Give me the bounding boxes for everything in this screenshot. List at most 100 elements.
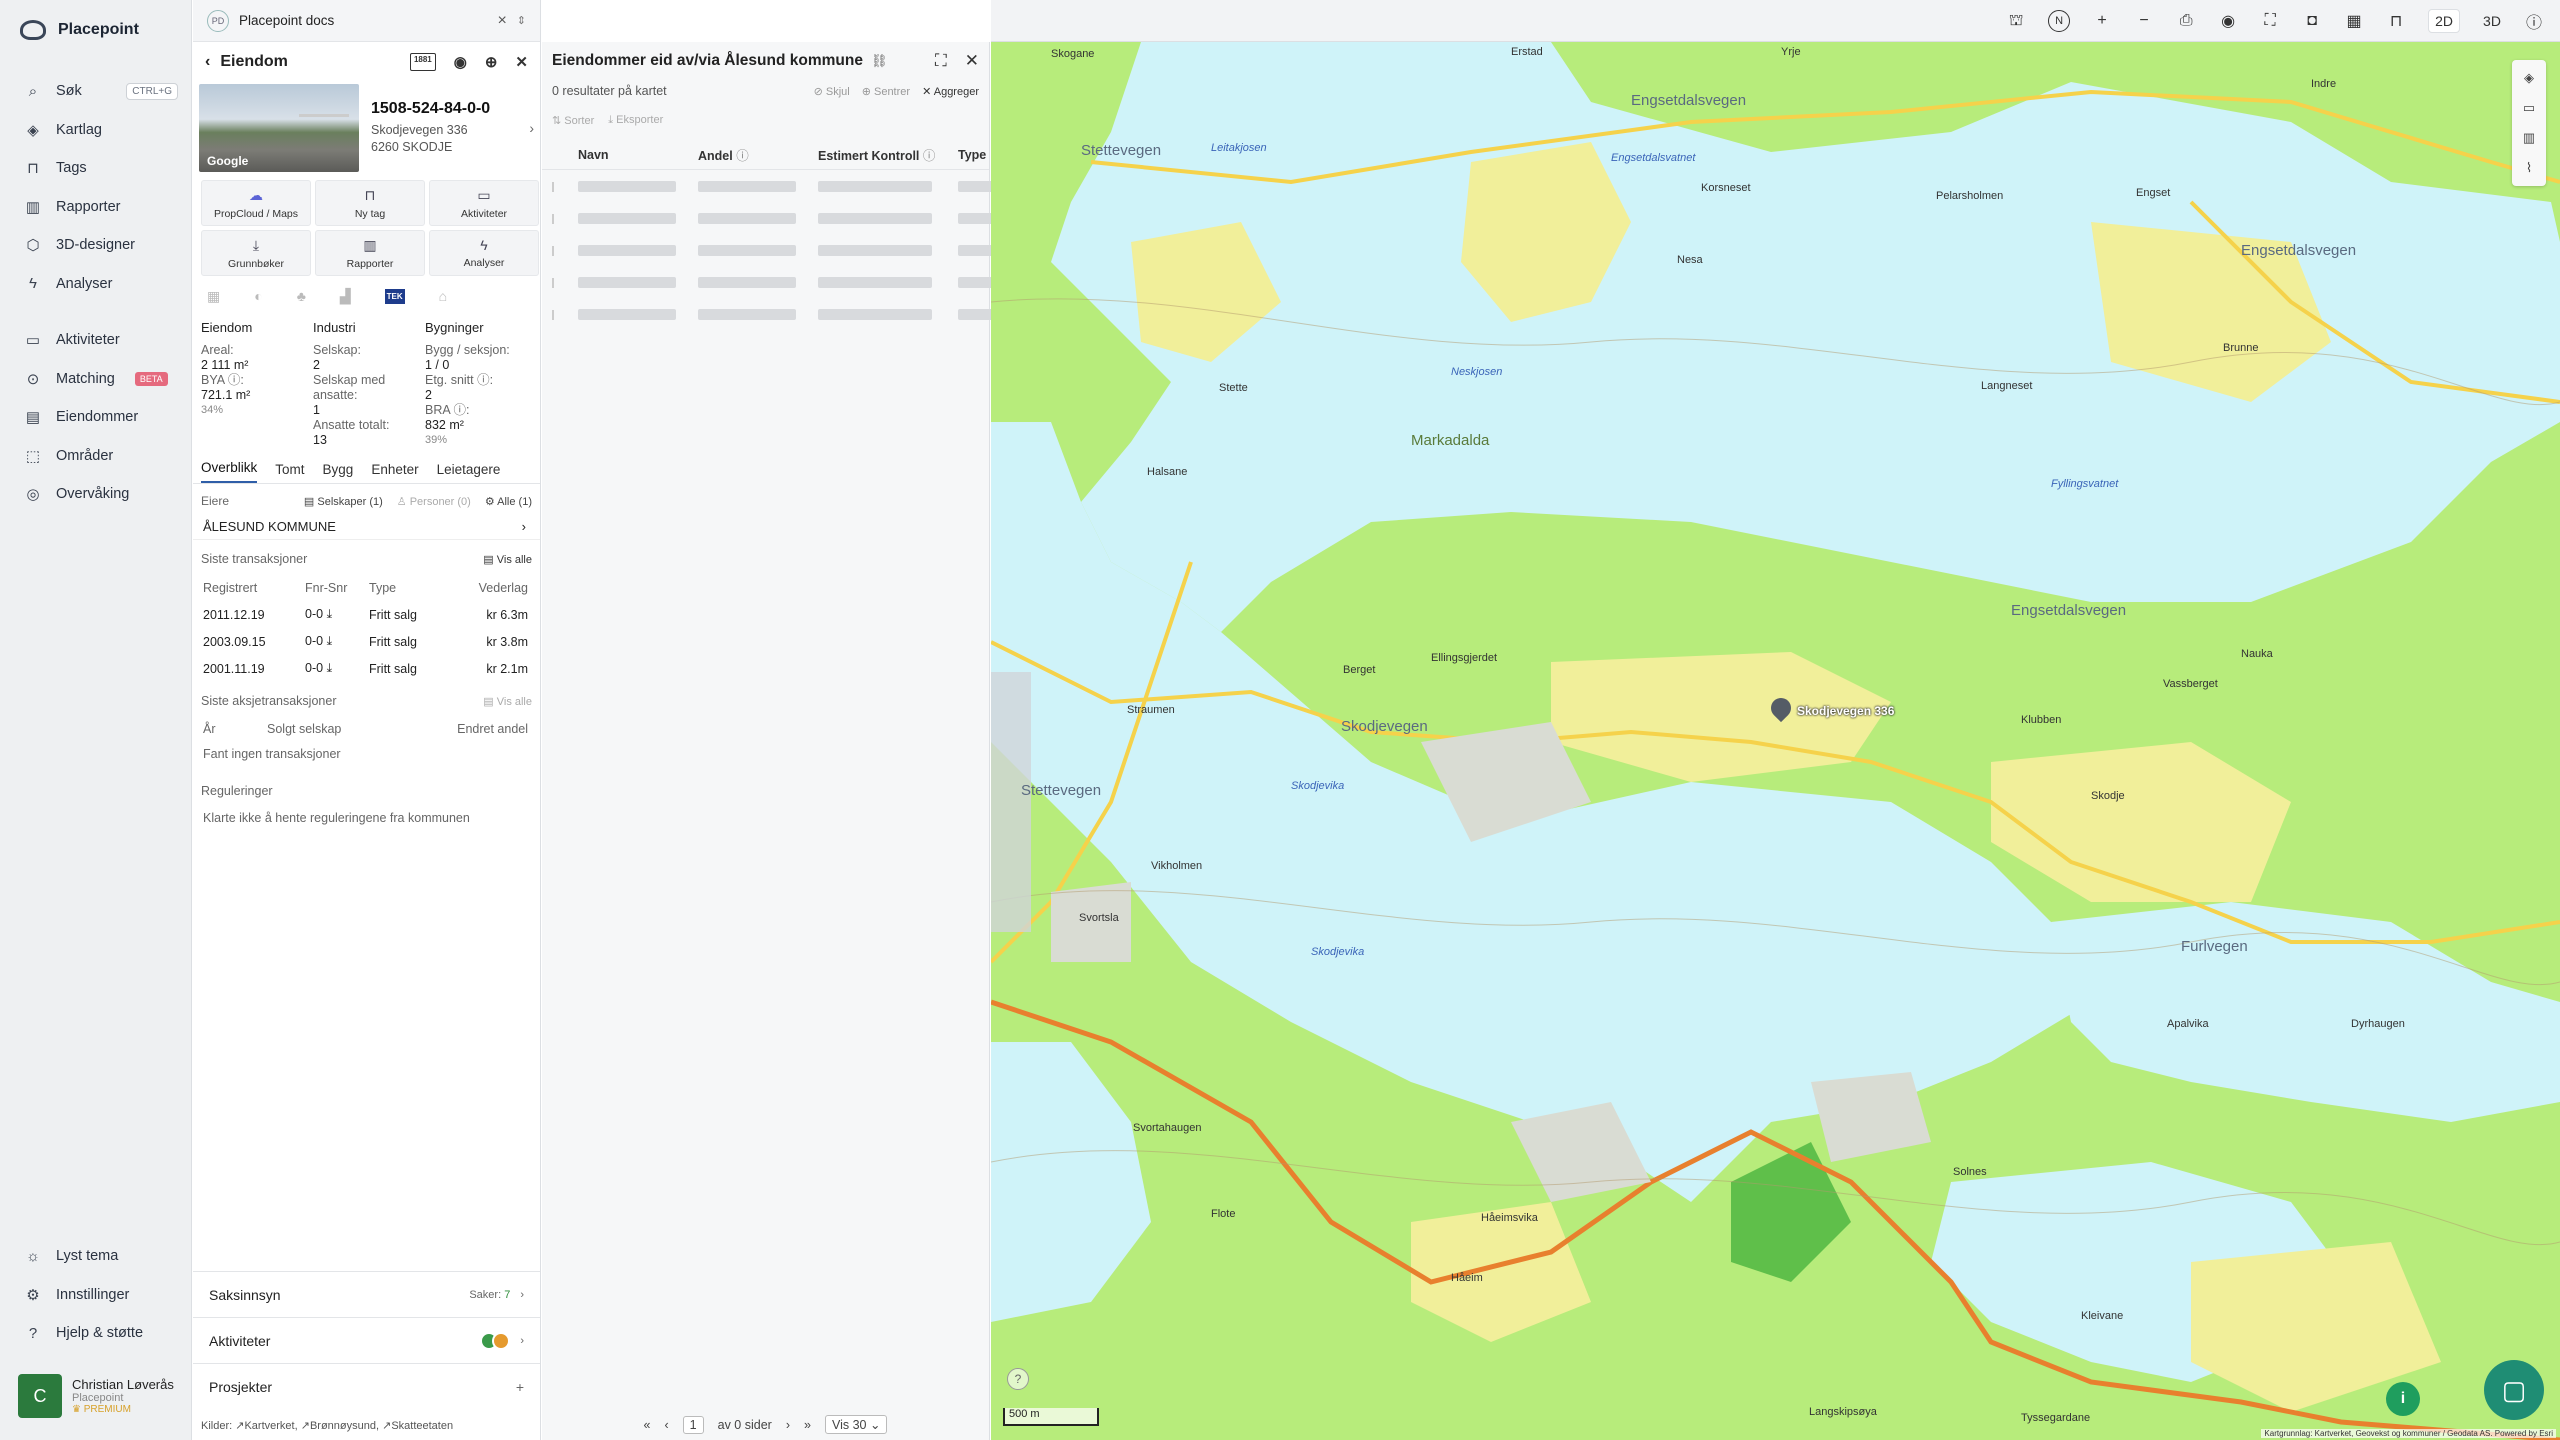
zoom-in-icon[interactable]: + [2092, 12, 2112, 30]
sort-button[interactable]: ⇅ Sorter [552, 114, 594, 127]
last-page-icon[interactable]: » [804, 1418, 811, 1432]
street-view-thumbnail[interactable]: Google [199, 84, 359, 172]
vis-alle-link[interactable]: ▤ Vis alle [483, 553, 532, 566]
nav-item-aktiviteter[interactable]: ▭ Aktiviteter [0, 321, 192, 360]
chevron-updown-icon[interactable]: ⇕ [517, 14, 526, 27]
chart-tool-icon[interactable]: ▥ [2523, 130, 2535, 146]
zoom-out-icon[interactable]: − [2134, 12, 2154, 30]
buildings-3d-icon[interactable]: ⛫ [2006, 11, 2026, 31]
close-icon[interactable]: ✕ [515, 53, 528, 71]
globe-source-icon[interactable]: ◐ [254, 288, 262, 304]
filter-selskaper[interactable]: ▤ Selskaper (1) [304, 495, 383, 508]
compass-button[interactable]: N [2048, 9, 2071, 32]
measure-tool-icon[interactable]: ▭ [2523, 100, 2535, 116]
mode-3d-button[interactable]: 3D [2482, 13, 2502, 29]
fullscreen-icon[interactable]: ⛶ [2260, 12, 2280, 30]
property-pin[interactable] [1771, 698, 1791, 726]
link-icon[interactable]: ⛓ [871, 53, 888, 69]
bookmark-icon[interactable]: ⊓ [2386, 11, 2406, 31]
close-icon[interactable]: × [497, 12, 506, 30]
home-source-icon[interactable]: ⌂ [439, 288, 447, 304]
nav-item-theme[interactable]: ☼ Lyst tema [0, 1237, 192, 1276]
property-summary[interactable]: Google 1508-524-84-0-0 Skodjevegen 336 6… [193, 82, 540, 174]
center-button[interactable]: ⊕ Sentrer [862, 85, 910, 98]
expand-icon[interactable]: ⛶ [935, 51, 947, 71]
tab-enheter[interactable]: Enheter [371, 462, 418, 483]
brand[interactable]: Placepoint [20, 20, 139, 40]
print-icon[interactable]: ⎙ [2176, 12, 2196, 30]
back-icon[interactable]: ‹ [205, 53, 210, 71]
grunnboker-button[interactable]: ⤓ Grunnbøker [201, 230, 311, 276]
camera-icon[interactable]: ◘ [2302, 12, 2322, 30]
chat-button[interactable]: ▢ [2484, 1360, 2544, 1420]
nav-item-eiendommer[interactable]: ▤ Eiendommer [0, 398, 192, 437]
nav-item-omrader[interactable]: ⬚ Områder [0, 437, 192, 476]
source-link[interactable]: ↗Skatteetaten [382, 1420, 453, 1432]
nav-item-analyser[interactable]: ϟ Analyser [0, 265, 192, 304]
table-row[interactable]: 2011.12.19 0-0 ⤓ Fritt salg kr 6.3m [193, 601, 540, 628]
layers-tool-icon[interactable]: ◈ [2524, 70, 2534, 86]
export-button[interactable]: ⤓ Eksporter [608, 114, 663, 127]
eye-icon[interactable]: ◉ [2218, 11, 2238, 31]
nav-item-kartlag[interactable]: ◈ Kartlag [0, 111, 192, 150]
map-help-icon[interactable]: ? [1007, 1368, 1029, 1390]
mode-2d-button[interactable]: 2D [2428, 8, 2460, 33]
nav-item-help[interactable]: ? Hjelp & støtte [0, 1314, 192, 1353]
tab-overblikk[interactable]: Overblikk [201, 460, 258, 483]
tab-tomt[interactable]: Tomt [275, 462, 304, 483]
column-header[interactable]: Type [958, 148, 986, 162]
docs-title[interactable]: Placepoint docs [239, 13, 334, 28]
nav-item-rapporter[interactable]: ▥ Rapporter [0, 188, 192, 227]
analyser-button[interactable]: ϟ Analyser [429, 230, 539, 276]
source-link[interactable]: ↗Brønnøysund, [301, 1420, 379, 1432]
filter-personer[interactable]: ♙ Personer (0) [397, 495, 471, 508]
hide-button[interactable]: ⊘ Skjul [814, 85, 850, 98]
download-icon[interactable]: ⤓ [327, 607, 333, 621]
eye-icon[interactable]: ◉ [454, 53, 467, 71]
table-row[interactable]: 2001.11.19 0-0 ⤓ Fritt salg kr 2.1m [193, 655, 540, 682]
ny-tag-button[interactable]: ⊓ Ny tag [315, 180, 425, 226]
nav-item-overvaking[interactable]: ◎ Overvåking [0, 475, 192, 514]
nav-item-matching[interactable]: ⊙ Matching BETA [0, 360, 192, 399]
map-canvas[interactable]: Skogane Erstad Yrje Indre Engsetdalsvege… [991, 42, 2560, 1440]
nav-item-search[interactable]: ⌕ Søk CTRL+G [0, 72, 192, 111]
aggregate-button[interactable]: ✕ Aggreger [922, 85, 979, 98]
grid-source-icon[interactable]: ▦ [207, 288, 220, 305]
next-page-icon[interactable]: › [786, 1418, 790, 1432]
download-icon[interactable]: ⤓ [327, 634, 333, 648]
table-row[interactable]: 2003.09.15 0-0 ⤓ Fritt salg kr 3.8m [193, 628, 540, 655]
page-input[interactable]: 1 [682, 1415, 704, 1434]
column-header[interactable]: Navn [578, 148, 698, 162]
prosjekter-accordion[interactable]: Prosjekter + [193, 1363, 540, 1409]
owner-row[interactable]: ÅLESUND KOMMUNE › [193, 514, 540, 540]
first-page-icon[interactable]: « [644, 1418, 651, 1432]
grid-icon[interactable]: ▦ [2344, 11, 2364, 31]
profile-tool-icon[interactable]: ⌇ [2526, 160, 2532, 176]
tek-icon[interactable]: TEK [384, 288, 405, 304]
prev-page-icon[interactable]: ‹ [665, 1418, 669, 1432]
user-profile[interactable]: C Christian Løverås Placepoint ♛ PREMIUM [18, 1374, 174, 1418]
column-header[interactable]: Estimert Kontroll ⓘ [818, 145, 958, 164]
nav-item-settings[interactable]: ⚙ Innstillinger [0, 1276, 192, 1315]
nav-item-tags[interactable]: ⊓ Tags [0, 149, 192, 188]
target-icon[interactable]: ⊕ [485, 53, 498, 71]
source-link[interactable]: ↗Kartverket, [235, 1420, 297, 1432]
info-icon[interactable]: ⓘ [2524, 9, 2544, 33]
tab-bygg[interactable]: Bygg [323, 462, 354, 483]
info-button[interactable]: i [2386, 1382, 2420, 1416]
aktiviteter-accordion[interactable]: Aktiviteter › [193, 1317, 540, 1363]
bars-source-icon[interactable]: ▟ [340, 288, 351, 305]
aktiviteter-button[interactable]: ▭ Aktiviteter [429, 180, 539, 226]
1881-icon[interactable]: 1881 [409, 53, 436, 71]
filter-alle[interactable]: ⚙ Alle (1) [485, 495, 532, 508]
plus-icon[interactable]: + [516, 1379, 524, 1395]
nav-item-3d-designer[interactable]: ⬡ 3D-designer [0, 226, 192, 265]
tab-leietagere[interactable]: Leietagere [437, 462, 501, 483]
propcloud-button[interactable]: ☁ PropCloud / Maps [201, 180, 311, 226]
map-sidehandle[interactable] [991, 672, 1031, 932]
per-page-select[interactable]: Vis 30 ⌄ [824, 1415, 888, 1434]
saksinnsyn-accordion[interactable]: Saksinnsyn Saker: 7 › [193, 1271, 540, 1317]
plant-source-icon[interactable]: ♣ [297, 288, 306, 304]
close-icon[interactable]: ✕ [965, 51, 979, 71]
column-header[interactable]: Andel ⓘ [698, 145, 818, 164]
